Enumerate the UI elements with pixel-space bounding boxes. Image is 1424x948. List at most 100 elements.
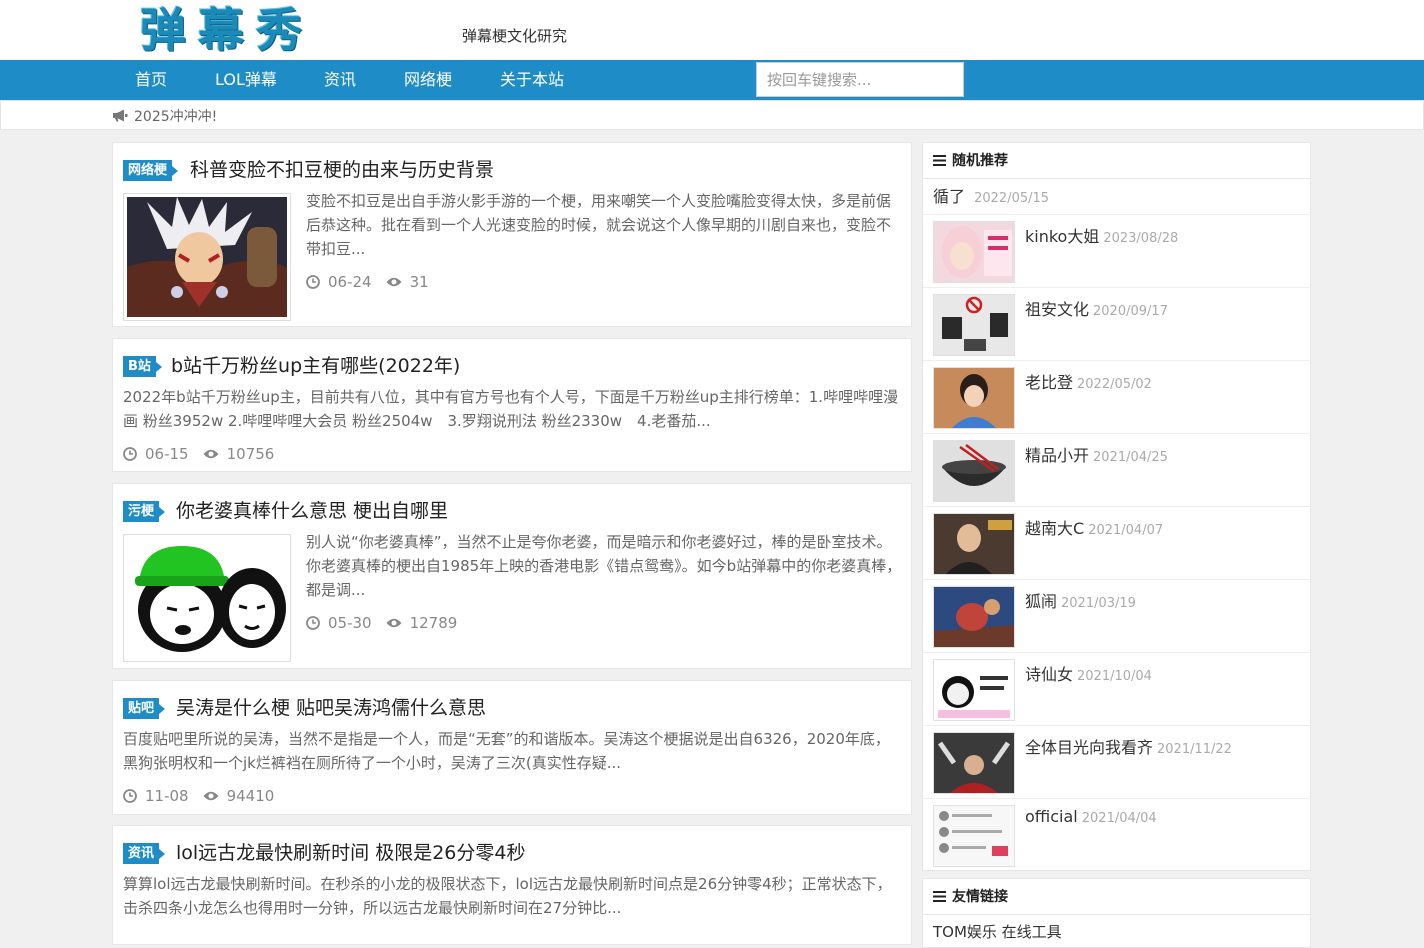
recommend-date: 2021/11/22 <box>1157 742 1232 757</box>
recommend-item[interactable]: 老比登 2022/05/02 <box>923 361 1310 434</box>
post-excerpt: 别人说“你老婆真棒”，当然不止是夸你老婆，而是暗示和你老婆好过，棒的是卧室技术。… <box>306 533 902 599</box>
megaphone-icon <box>113 109 128 122</box>
recommend-thumbnail-image <box>934 587 1014 647</box>
recommend-thumbnail[interactable] <box>933 367 1015 429</box>
recommend-title[interactable]: 循了 <box>933 187 965 206</box>
clock-icon <box>306 275 320 289</box>
recommend-thumbnail-image <box>934 441 1014 501</box>
post-views: 31 <box>409 273 429 291</box>
recommend-item[interactable]: 精品小开 2021/04/25 <box>923 434 1310 507</box>
post-date: 06-24 <box>328 273 372 291</box>
recommend-item[interactable]: 诗仙女 2021/10/04 <box>923 653 1310 726</box>
recommend-item[interactable]: official 2021/04/04 <box>923 799 1310 870</box>
recommend-thumbnail-image <box>934 733 1014 793</box>
list-icon <box>933 891 946 902</box>
post-thumbnail[interactable] <box>123 534 291 662</box>
clock-icon <box>123 789 137 803</box>
recommend-title[interactable]: 精品小开 2021/04/25 <box>1025 442 1168 466</box>
eye-icon <box>203 449 219 459</box>
recommend-date: 2021/03/19 <box>1061 596 1136 611</box>
recommend-date: 2020/09/17 <box>1093 304 1168 319</box>
recommend-date: 2023/08/28 <box>1103 231 1179 246</box>
post-meta: 11-08 94410 <box>123 787 274 805</box>
widget-title-text: 随机推荐 <box>952 152 1008 169</box>
search-input[interactable] <box>756 62 964 97</box>
widget-title: 友情链接 <box>923 879 1310 915</box>
post-meta: 06-24 31 <box>306 273 429 291</box>
post-card: 污梗 你老婆真棒什么意思 梗出自哪里 别人说“你老婆真棒”，当然不止是夸你老婆，… <box>112 483 912 669</box>
nav-item-news[interactable]: 资讯 <box>324 60 356 100</box>
recommend-item[interactable]: 全体目光向我看齐 2021/11/22 <box>923 726 1310 799</box>
recommend-title[interactable]: 全体目光向我看齐 2021/11/22 <box>1025 734 1232 758</box>
recommend-title[interactable]: official 2021/04/04 <box>1025 807 1157 826</box>
post-category-tag[interactable]: 资讯 <box>123 843 166 864</box>
friend-links[interactable]: TOM娱乐 在线工具 <box>923 915 1310 947</box>
eye-icon <box>386 277 402 287</box>
recommend-item[interactable]: 循了 2022/05/15 <box>923 179 1310 215</box>
post-category-tag[interactable]: 网络梗 <box>123 160 179 181</box>
recommend-thumbnail[interactable] <box>933 221 1015 283</box>
recommend-thumbnail[interactable] <box>933 294 1015 356</box>
recommend-item[interactable]: 越南大C 2021/04/07 <box>923 507 1310 580</box>
post-category-tag[interactable]: B站 <box>123 356 162 377</box>
recommend-thumbnail[interactable] <box>933 805 1015 867</box>
post-date: 06-15 <box>145 445 189 463</box>
nav-item-about[interactable]: 关于本站 <box>500 60 564 100</box>
nav-item-memes[interactable]: 网络梗 <box>404 60 452 100</box>
post-card: 网络梗 科普变脸不扣豆梗的由来与历史背景 变脸不扣豆是出自手游火影手游的一个梗，… <box>112 142 912 327</box>
recommend-date: 2021/04/25 <box>1093 450 1168 465</box>
recommend-title[interactable]: 老比登 2022/05/02 <box>1025 369 1152 393</box>
post-category-tag[interactable]: 污梗 <box>123 501 166 522</box>
recommend-thumbnail[interactable] <box>933 659 1015 721</box>
recommend-thumbnail-image <box>934 806 1014 866</box>
recommend-title[interactable]: 诗仙女 2021/10/04 <box>1025 661 1152 685</box>
widget-title-text: 友情链接 <box>952 888 1008 905</box>
post-date: 11-08 <box>145 787 189 805</box>
recommend-title[interactable]: 越南大C 2021/04/07 <box>1025 515 1163 539</box>
site-header: 弹幕秀 弹幕梗文化研究 <box>0 0 1424 60</box>
post-thumbnail[interactable] <box>123 193 291 321</box>
post-title[interactable]: b站千万粉丝up主有哪些(2022年) <box>171 351 460 378</box>
recommend-title[interactable]: 祖安文化 2020/09/17 <box>1025 296 1168 320</box>
post-title[interactable]: 科普变脸不扣豆梗的由来与历史背景 <box>190 155 494 182</box>
recommend-thumbnail-image <box>934 368 1014 428</box>
recommend-thumbnail-image <box>934 222 1014 282</box>
post-card: B站 b站千万粉丝up主有哪些(2022年) 2022年b站千万粉丝up主，目前… <box>112 338 912 472</box>
recommend-thumbnail-image <box>934 514 1014 574</box>
post-excerpt: 2022年b站千万粉丝up主，目前共有八位，其中有官方号也有个人号，下面是千万粉… <box>123 388 899 430</box>
recommend-item[interactable]: 狐闹 2021/03/19 <box>923 580 1310 653</box>
nav-item-home[interactable]: 首页 <box>135 60 167 100</box>
nav-item-lol[interactable]: LOL弹幕 <box>215 60 277 100</box>
friend-links-widget: 友情链接 TOM娱乐 在线工具 <box>922 878 1311 948</box>
recommend-date: 2022/05/15 <box>974 191 1050 206</box>
post-meta: 06-15 10756 <box>123 445 274 463</box>
recommend-item[interactable]: kinko大姐 2023/08/28 <box>923 215 1310 288</box>
eye-icon <box>203 791 219 801</box>
recommend-thumbnail[interactable] <box>933 586 1015 648</box>
eye-icon <box>386 618 402 628</box>
recommend-thumbnail[interactable] <box>933 513 1015 575</box>
recommend-date: 2021/04/07 <box>1088 523 1164 538</box>
post-title[interactable]: 吴涛是什么梗 贴吧吴涛鸿儒什么意思 <box>176 693 486 720</box>
recommend-thumbnail-image <box>934 295 1014 355</box>
recommend-title[interactable]: 狐闹 2021/03/19 <box>1025 588 1136 612</box>
post-thumbnail-image <box>127 538 287 658</box>
post-title[interactable]: lol远古龙最快刷新时间 极限是26分零4秒 <box>176 838 526 865</box>
recommend-thumbnail[interactable] <box>933 440 1015 502</box>
post-card: 资讯 lol远古龙最快刷新时间 极限是26分零4秒 算算lol远古龙最快刷新时间… <box>112 825 912 945</box>
post-excerpt: 变脸不扣豆是出自手游火影手游的一个梗，用来嘲笑一个人变脸嘴脸变得太快，多是前倨后… <box>306 192 892 258</box>
recommend-title[interactable]: kinko大姐 2023/08/28 <box>1025 223 1178 247</box>
site-logo[interactable]: 弹幕秀 <box>140 2 314 58</box>
post-category-tag[interactable]: 贴吧 <box>123 698 166 719</box>
post-meta: 05-30 12789 <box>306 614 457 632</box>
notice-text: 2025冲冲冲! <box>134 109 218 125</box>
post-excerpt: 算算lol远古龙最快刷新时间。在秒杀的小龙的极限状态下，lol远古龙最快刷新时间… <box>123 875 892 917</box>
recommend-item[interactable]: 祖安文化 2020/09/17 <box>923 288 1310 361</box>
recommend-date: 2021/04/04 <box>1081 811 1157 826</box>
post-excerpt: 百度贴吧里所说的吴涛，当然不是指是一个人，而是“无套”的和谐版本。吴涛这个梗据说… <box>123 730 890 772</box>
post-title[interactable]: 你老婆真棒什么意思 梗出自哪里 <box>176 496 448 523</box>
post-views: 94410 <box>226 787 275 805</box>
post-views: 10756 <box>226 445 275 463</box>
clock-icon <box>123 447 137 461</box>
recommend-thumbnail[interactable] <box>933 732 1015 794</box>
